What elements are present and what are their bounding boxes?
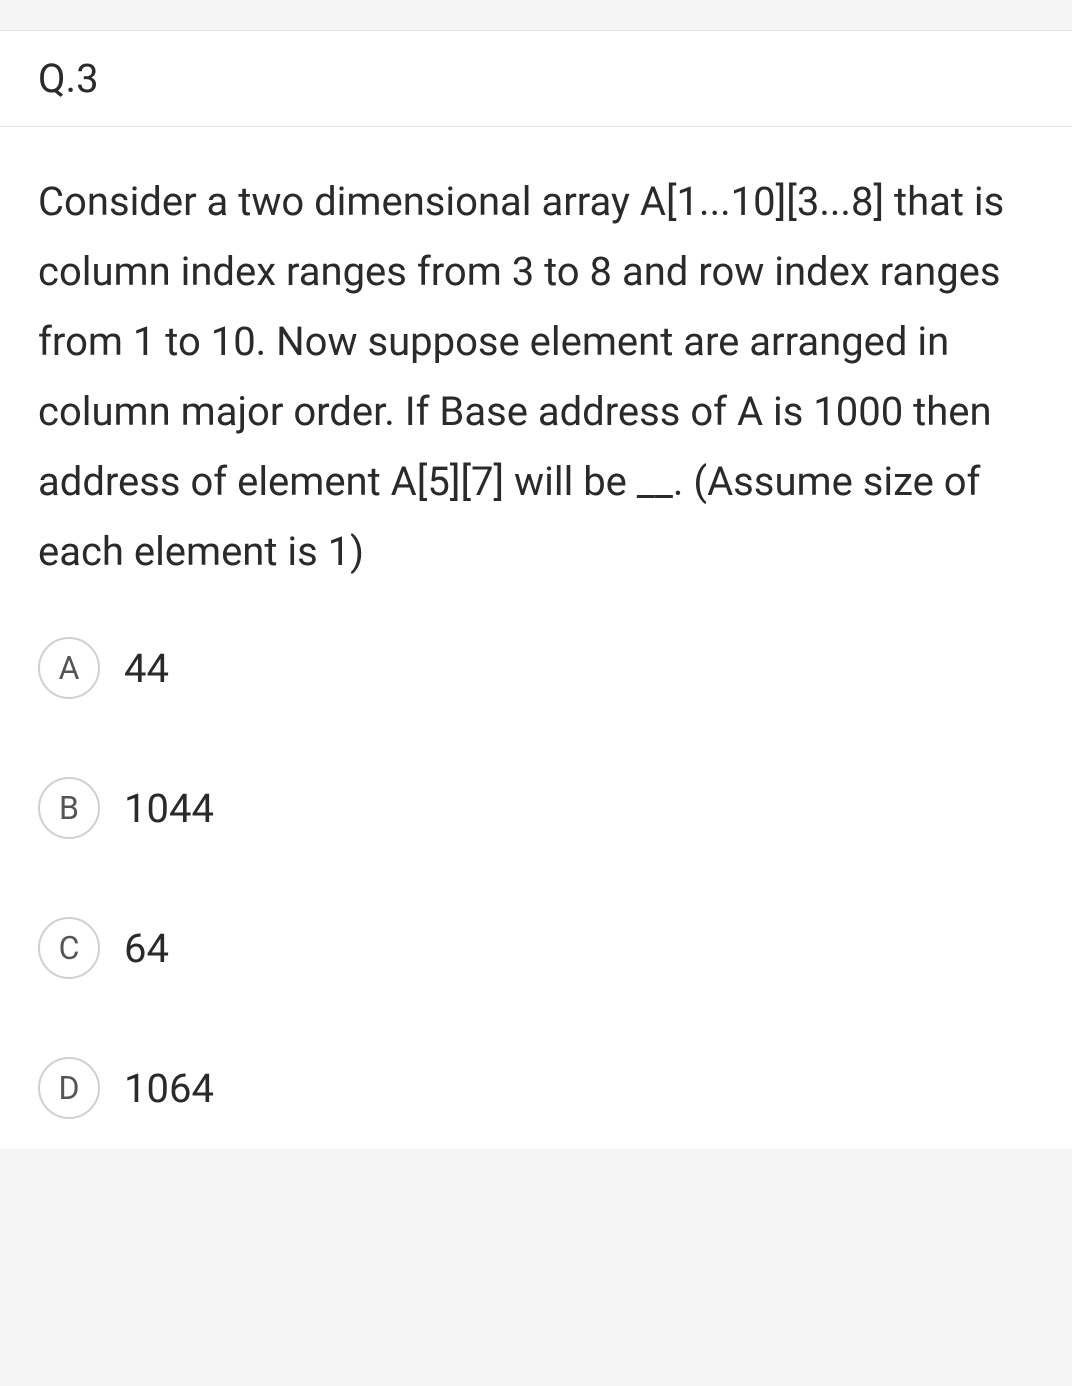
options-list: A 44 B 1044 C 64 D 1064 xyxy=(38,637,1034,1119)
option-d[interactable]: D 1064 xyxy=(38,1057,1034,1119)
option-c[interactable]: C 64 xyxy=(38,917,1034,979)
question-body: Consider a two dimensional array A[1...1… xyxy=(0,127,1072,1149)
option-text-b: 1044 xyxy=(124,785,214,832)
question-text: Consider a two dimensional array A[1...1… xyxy=(38,167,1034,587)
option-text-a: 44 xyxy=(124,645,169,692)
option-letter-b: B xyxy=(38,777,100,839)
question-header: Q.3 xyxy=(0,31,1072,127)
question-container: Q.3 Consider a two dimensional array A[1… xyxy=(0,30,1072,1149)
option-letter-d: D xyxy=(38,1057,100,1119)
question-number: Q.3 xyxy=(38,55,1034,102)
option-letter-c: C xyxy=(38,917,100,979)
option-letter-a: A xyxy=(38,637,100,699)
option-text-d: 1064 xyxy=(124,1065,214,1112)
option-b[interactable]: B 1044 xyxy=(38,777,1034,839)
option-text-c: 64 xyxy=(124,925,169,972)
option-a[interactable]: A 44 xyxy=(38,637,1034,699)
